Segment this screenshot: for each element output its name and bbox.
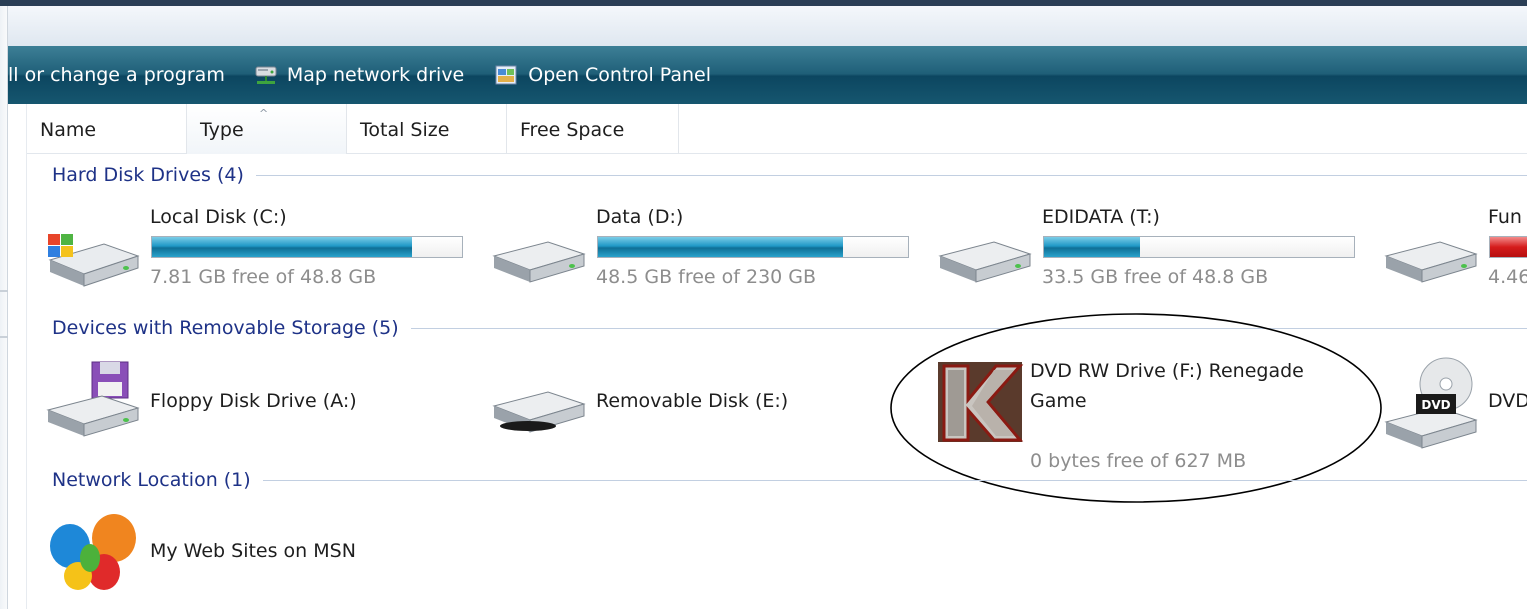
drive-item-fun[interactable]: Fun 4.46	[1378, 200, 1527, 300]
drive-d-label: Data (D:)	[596, 206, 684, 228]
drive-fun-capacity-bar	[1489, 236, 1527, 258]
open-control-panel-label: Open Control Panel	[528, 64, 712, 86]
drive-item-c[interactable]: Local Disk (C:) 7.81 GB free of 48.8 GB	[40, 200, 480, 300]
open-control-panel-button[interactable]: Open Control Panel	[486, 55, 719, 95]
column-type-header[interactable]: ^ Type	[187, 104, 347, 154]
network-item-msn[interactable]: My Web Sites on MSN	[40, 508, 480, 598]
floppy-drive-label: Floppy Disk Drive (A:)	[150, 390, 357, 412]
column-name-header[interactable]: Name	[27, 104, 187, 154]
msn-butterfly-icon	[50, 514, 136, 590]
column-header-row: Name ^ Type Total Size Free Space	[27, 104, 1527, 154]
group-divider	[255, 174, 1527, 176]
drive-item-removable-e[interactable]: Removable Disk (E:)	[486, 356, 926, 456]
drive-d-usage-fill	[598, 237, 843, 257]
column-total-size-header[interactable]: Total Size	[347, 104, 507, 154]
hard-drive-icon	[492, 241, 586, 283]
hard-drive-icon	[1384, 241, 1478, 283]
dvd-drive-icon: DVD	[1384, 357, 1478, 449]
group-divider	[262, 479, 1527, 481]
drive-fun-free-space: 4.46	[1488, 266, 1527, 288]
drive-item-dvd[interactable]: DVD DVD	[1378, 356, 1527, 476]
column-free-space-header[interactable]: Free Space	[507, 104, 679, 154]
windows-drive-icon	[48, 234, 140, 287]
pane-divider-mark	[0, 290, 8, 292]
pane-divider-mark	[0, 336, 8, 338]
drive-t-usage-fill	[1044, 237, 1141, 257]
drive-c-capacity-bar	[151, 236, 463, 258]
drive-c-usage-fill	[152, 237, 413, 257]
group-header-network-location[interactable]: Network Location (1)	[52, 465, 1527, 495]
uninstall-program-label: ll or change a program	[8, 64, 225, 86]
control-panel-icon	[494, 64, 518, 86]
drive-t-label: EDIDATA (T:)	[1042, 206, 1160, 228]
removable-disk-label: Removable Disk (E:)	[596, 390, 789, 412]
sort-ascending-icon: ^	[259, 107, 269, 120]
drive-c-label: Local Disk (C:)	[150, 206, 287, 228]
drive-item-t[interactable]: EDIDATA (T:) 33.5 GB free of 48.8 GB	[932, 200, 1372, 300]
navigation-pane-edge[interactable]	[0, 6, 8, 609]
command-bar: ll or change a program Map network drive…	[8, 46, 1527, 104]
removable-disk-icon	[492, 391, 586, 433]
drive-item-d[interactable]: Data (D:) 48.5 GB free of 230 GB	[486, 200, 926, 300]
dvd-badge-text: DVD	[1421, 398, 1450, 412]
address-bar-area	[0, 6, 1527, 46]
hard-drive-icon	[938, 241, 1032, 283]
network-drive-icon	[253, 64, 277, 86]
drive-d-free-space: 48.5 GB free of 230 GB	[596, 266, 817, 288]
drive-t-capacity-bar	[1043, 236, 1355, 258]
drive-c-free-space: 7.81 GB free of 48.8 GB	[150, 266, 377, 288]
drive-t-free-space: 33.5 GB free of 48.8 GB	[1042, 266, 1269, 288]
drive-item-floppy-a[interactable]: Floppy Disk Drive (A:)	[40, 356, 480, 456]
group-header-hard-disks[interactable]: Hard Disk Drives (4)	[52, 160, 1527, 190]
drive-fun-label: Fun	[1488, 206, 1522, 228]
map-network-drive-label: Map network drive	[286, 64, 465, 86]
uninstall-program-button[interactable]: ll or change a program	[8, 55, 233, 95]
dvd-drive-label: DVD	[1488, 390, 1527, 412]
drive-d-capacity-bar	[597, 236, 909, 258]
tree-gutter	[8, 104, 27, 609]
msn-web-sites-label: My Web Sites on MSN	[150, 540, 356, 562]
drive-fun-usage-fill	[1490, 237, 1527, 257]
floppy-drive-icon	[46, 361, 140, 437]
map-network-drive-button[interactable]: Map network drive	[245, 55, 472, 95]
